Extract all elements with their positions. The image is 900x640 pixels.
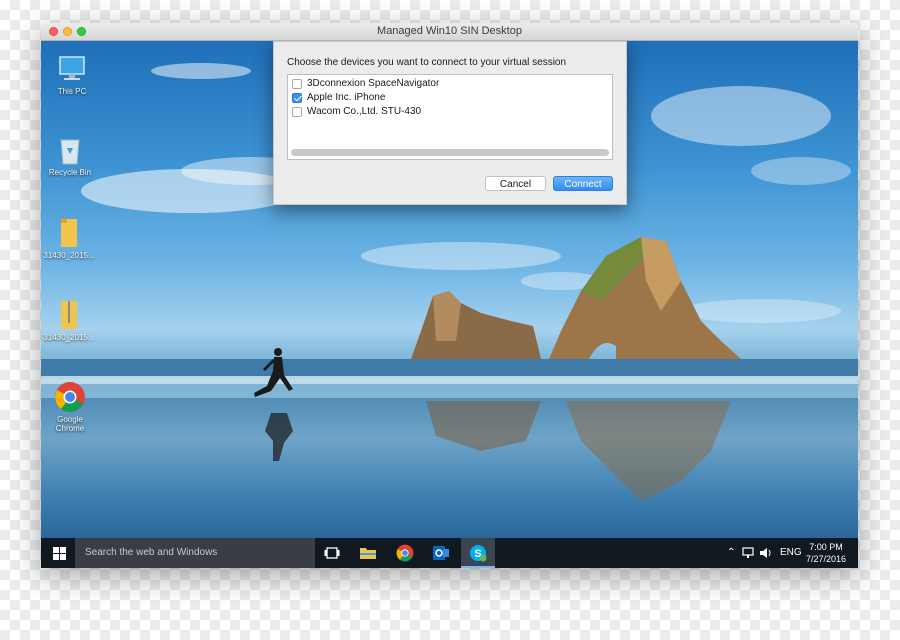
device-checkbox[interactable]: [292, 78, 302, 89]
desktop-icon-label: 31430_2015...: [43, 251, 95, 260]
desktop-icon-label: 31430_2015...: [43, 333, 95, 342]
desktop-icon-label: This PC: [57, 87, 87, 96]
desktop-icon-this-pc[interactable]: This PC: [44, 53, 100, 96]
clock-time: 7:00 PM: [809, 542, 843, 552]
windows-desktop[interactable]: This PC Recycle Bin 31430_2015... 31430_…: [41, 41, 858, 538]
desktop-icon-recycle-bin[interactable]: Recycle Bin: [42, 134, 98, 177]
skype-icon[interactable]: S: [469, 544, 487, 562]
window-title: Managed Win10 SIN Desktop: [377, 25, 522, 37]
desktop-icon-zip-folder[interactable]: 31430_2015...: [41, 299, 97, 342]
cancel-button[interactable]: Cancel: [485, 176, 546, 191]
taskbar-search-box[interactable]: Search the web and Windows: [75, 538, 315, 568]
chrome-icon[interactable]: [396, 544, 414, 562]
desktop-icon-folder[interactable]: 31430_2015...: [41, 217, 97, 260]
search-placeholder: Search the web and Windows: [85, 547, 218, 558]
device-label: 3Dconnexion SpaceNavigator: [307, 78, 440, 89]
recycle-bin-icon: [60, 139, 80, 165]
folder-icon: [61, 219, 77, 247]
device-row-wacom[interactable]: Wacom Co.,Ltd. STU-430: [292, 105, 421, 118]
volume-icon[interactable]: [759, 546, 773, 560]
desktop-icon-label: Google Chrome: [55, 415, 85, 433]
chrome-icon: [55, 382, 85, 412]
connect-button[interactable]: Connect: [553, 176, 613, 191]
task-view-icon[interactable]: [323, 544, 341, 562]
taskbar-clock[interactable]: 7:00 PM 7/27/2016: [806, 541, 846, 565]
desktop-icon-chrome[interactable]: Google Chrome: [42, 381, 98, 433]
language-indicator[interactable]: ENG: [780, 547, 802, 558]
window-titlebar[interactable]: Managed Win10 SIN Desktop: [41, 23, 858, 41]
vm-window: Managed Win10 SIN Desktop This PC Recycl…: [41, 23, 858, 568]
clock-date: 7/27/2016: [805, 554, 846, 564]
runner-reflection: [265, 413, 293, 461]
usb-device-dialog: Choose the devices you want to connect t…: [273, 41, 627, 205]
device-checkbox[interactable]: [292, 106, 302, 117]
outlook-icon[interactable]: [432, 544, 450, 562]
device-list[interactable]: 3Dconnexion SpaceNavigator Apple Inc. iP…: [287, 74, 613, 160]
zip-folder-icon: [61, 301, 77, 329]
dialog-prompt: Choose the devices you want to connect t…: [287, 57, 567, 68]
chevron-up-icon[interactable]: ⌃: [727, 547, 735, 558]
device-row-iphone[interactable]: Apple Inc. iPhone: [292, 91, 385, 104]
desktop-icon-label: Recycle Bin: [48, 168, 92, 177]
windows-taskbar: Search the web and Windows S ⌃ ENG 7:00 …: [41, 538, 858, 568]
network-icon[interactable]: [741, 546, 755, 560]
device-label: Wacom Co.,Ltd. STU-430: [307, 106, 422, 117]
device-label: Apple Inc. iPhone: [307, 92, 386, 103]
device-checkbox[interactable]: [292, 92, 302, 103]
computer-icon: [59, 56, 85, 80]
horizontal-scrollbar[interactable]: [291, 149, 609, 156]
device-row-spacenavigator[interactable]: 3Dconnexion SpaceNavigator: [292, 77, 439, 90]
file-explorer-icon[interactable]: [359, 544, 377, 562]
windows-start-icon[interactable]: [53, 547, 66, 560]
